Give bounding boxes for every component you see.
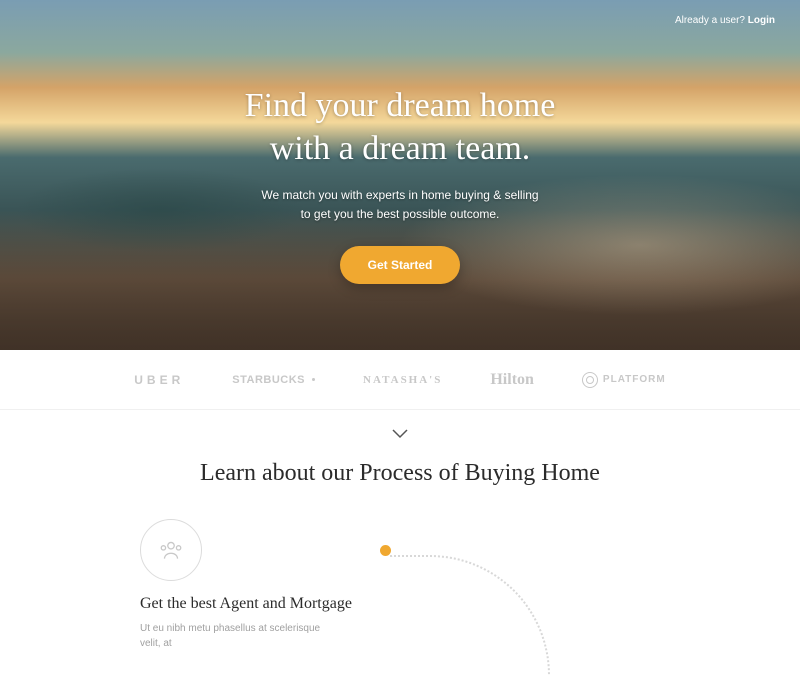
logo-starbucks: STARBUCKS bbox=[232, 374, 315, 386]
agent-icon bbox=[140, 519, 202, 581]
already-user-text: Already a user? bbox=[675, 15, 745, 26]
hero-sub-line1: We match you with experts in home buying… bbox=[261, 188, 538, 202]
logo-platform: PLATFORM bbox=[582, 372, 666, 388]
process-step-1-text: Ut eu nibh metu phasellus at scelerisque… bbox=[140, 621, 340, 651]
partner-logos: UBER STARBUCKS NATASHA'S Hilton PLATFORM bbox=[0, 350, 800, 410]
login-link[interactable]: Login bbox=[748, 15, 775, 26]
hero-title-line2: with a dream team. bbox=[270, 130, 531, 167]
topbar: Already a user? Login bbox=[675, 15, 775, 26]
scroll-indicator bbox=[0, 410, 800, 452]
process-section-title: Learn about our Process of Buying Home bbox=[0, 460, 800, 487]
platform-icon bbox=[582, 372, 598, 388]
logo-hilton: Hilton bbox=[490, 371, 534, 389]
process-section: Get the best Agent and Mortgage Ut eu ni… bbox=[0, 519, 800, 651]
logo-platform-text: PLATFORM bbox=[603, 374, 666, 385]
hero-subtitle: We match you with experts in home buying… bbox=[245, 186, 556, 224]
hero-title: Find your dream home with a dream team. bbox=[245, 85, 556, 170]
logo-uber: UBER bbox=[134, 373, 184, 387]
get-started-button[interactable]: Get Started bbox=[340, 246, 461, 284]
hero-section: Already a user? Login Find your dream ho… bbox=[0, 0, 800, 350]
hero-content: Find your dream home with a dream team. … bbox=[245, 85, 556, 284]
logo-natashas: NATASHA'S bbox=[363, 374, 442, 386]
hero-title-line1: Find your dream home bbox=[245, 87, 556, 124]
hero-sub-line2: to get you the best possible outcome. bbox=[301, 207, 500, 221]
chevron-down-icon[interactable] bbox=[392, 427, 408, 444]
